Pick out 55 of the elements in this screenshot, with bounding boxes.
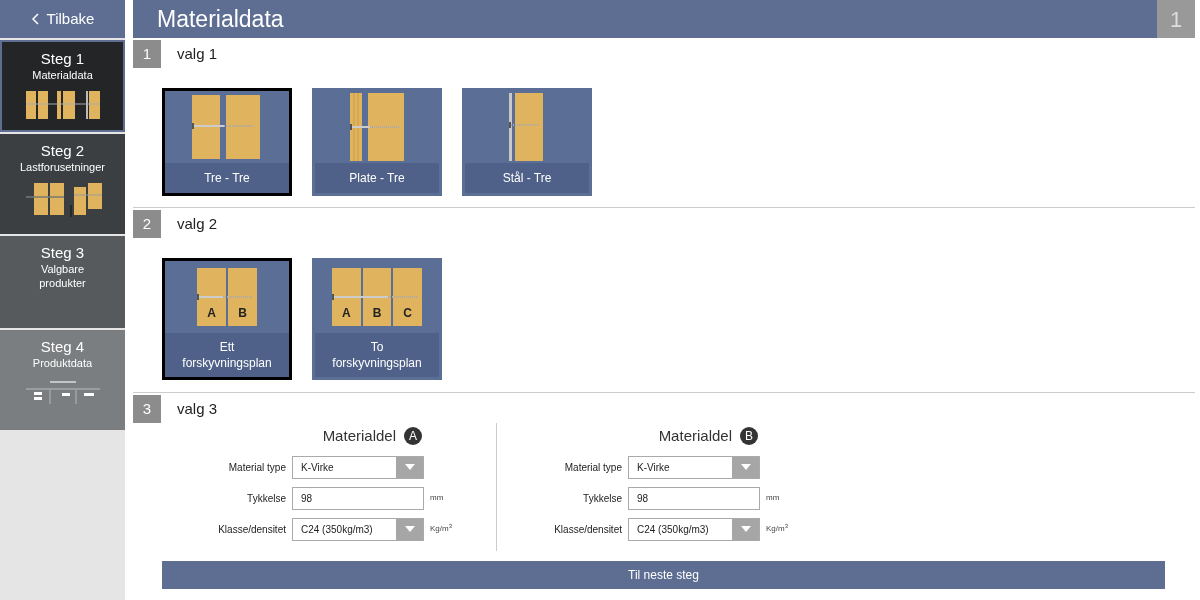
section-label: valg 3: [177, 398, 218, 419]
caret-icon: [404, 464, 415, 470]
caret-icon: [740, 526, 751, 532]
step-tab[interactable]: Steg 4 Produktdata: [0, 330, 125, 430]
unit-label: mm: [766, 492, 781, 504]
form-preview-icon: [25, 378, 100, 405]
caret-icon: [404, 526, 415, 532]
panel-letter: B: [238, 305, 247, 322]
option-card[interactable]: Plate - Tre: [312, 88, 442, 196]
part-badge: B: [740, 427, 758, 446]
part-title: Materialdel: [658, 426, 732, 446]
section-label: valg 1: [177, 43, 218, 64]
steel-wood-joint-drawing: [509, 93, 545, 161]
field-label: Material type: [227, 460, 286, 475]
back-button[interactable]: Tilbake: [0, 0, 125, 38]
part-title: Materialdel: [322, 426, 396, 446]
field-label: Tykkelse: [582, 491, 622, 506]
step-tab[interactable]: Steg 3 Valgbare produkter: [0, 236, 125, 328]
field-label: Klasse/densitet: [553, 522, 622, 537]
field-label: Tykkelse: [246, 491, 286, 506]
section-number: 3: [133, 395, 161, 423]
chevron-left-icon: [30, 13, 39, 25]
wood-panels-icon: [25, 90, 100, 119]
plate-wood-joint-drawing: [350, 93, 404, 161]
field-label: Material type: [563, 460, 622, 475]
select-field[interactable]: C24 (350kg/m3): [628, 517, 760, 541]
step-tab[interactable]: Steg 1 Materialdata: [0, 40, 125, 132]
step-number: 1: [1157, 0, 1195, 38]
unit-label: mm: [430, 492, 445, 504]
panel-letter: A: [207, 305, 216, 322]
caret-icon: [740, 464, 751, 470]
wood-panels-icon: [23, 182, 102, 217]
page-title: Materialdata: [156, 4, 284, 34]
select-field[interactable]: K-Virke: [628, 455, 760, 479]
section-label: valg 2: [177, 213, 218, 234]
panel-letter: B: [372, 305, 382, 322]
wood-joint-drawing: [192, 95, 262, 159]
select-field[interactable]: K-Virke: [292, 455, 424, 479]
panel-letter: C: [403, 305, 412, 322]
option-card[interactable]: Stål - Tre: [462, 88, 592, 196]
next-step-button[interactable]: Til neste steg: [162, 560, 1165, 589]
field-label: Klasse/densitet: [217, 522, 286, 537]
panel-letter: A: [342, 305, 351, 322]
option-card[interactable]: A B C To forskyvningsplan: [312, 258, 442, 380]
option-card[interactable]: A B Ett forskyvningsplan: [162, 258, 292, 380]
section-number: 1: [133, 40, 161, 68]
part-badge: A: [404, 427, 422, 446]
step-tab[interactable]: Steg 2 Lastforusetninger: [0, 134, 125, 234]
option-card[interactable]: Tre - Tre: [162, 88, 292, 196]
unit-label: Kg/m$^{3}$: [766, 523, 789, 535]
input-field[interactable]: 98: [292, 486, 424, 510]
unit-label: Kg/m$^{3}$: [430, 523, 453, 535]
input-field[interactable]: 98: [628, 486, 760, 510]
select-field[interactable]: C24 (350kg/m3): [292, 517, 424, 541]
section-number: 2: [133, 210, 161, 238]
